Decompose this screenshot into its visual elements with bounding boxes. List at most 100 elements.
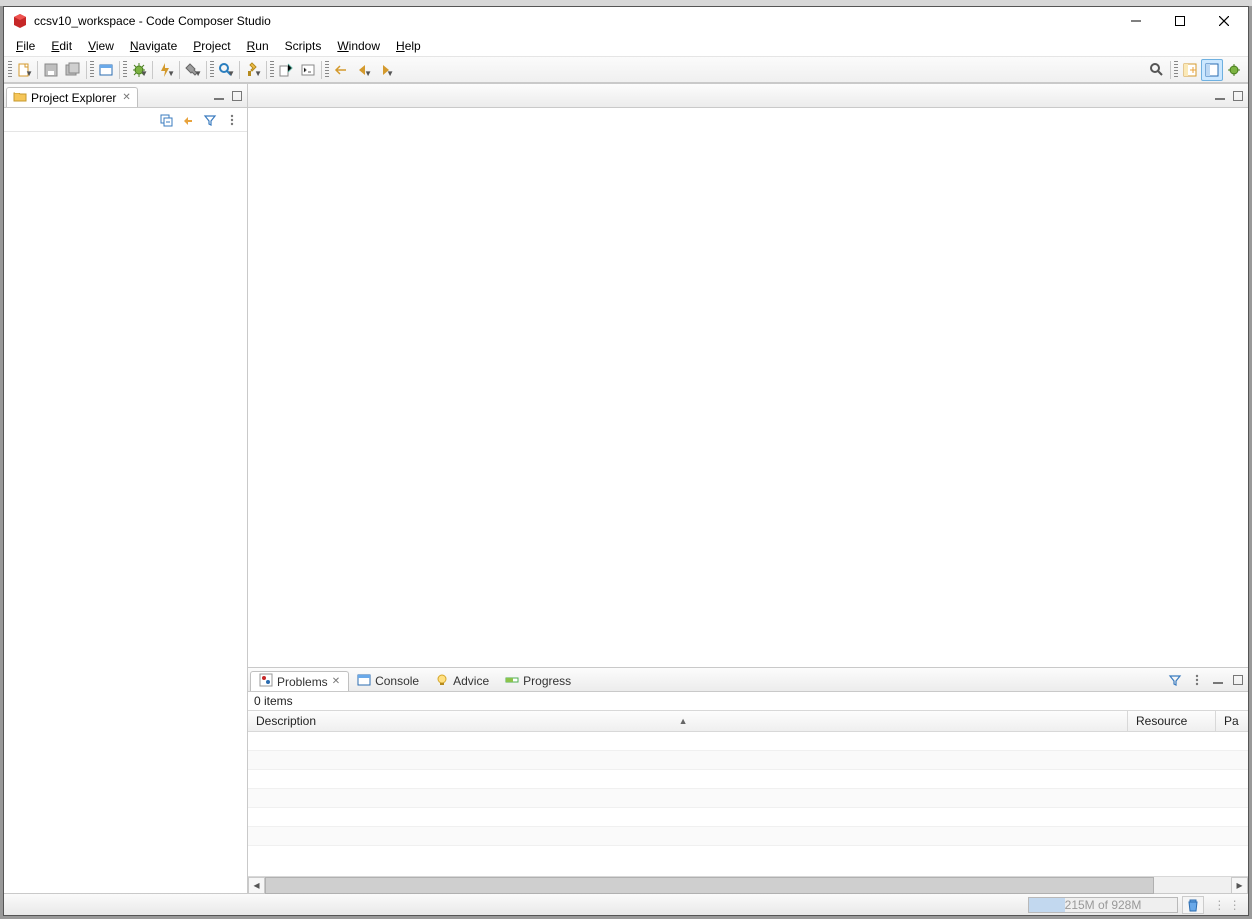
table-row[interactable]	[248, 770, 1248, 789]
scroll-thumb[interactable]	[265, 877, 1154, 894]
scroll-left-button[interactable]: ◂	[248, 877, 265, 894]
menu-window[interactable]: Window	[329, 37, 388, 55]
problems-label: Problems	[277, 675, 328, 689]
filter-button[interactable]	[201, 111, 219, 129]
save-all-button[interactable]	[62, 59, 84, 81]
menu-navigate[interactable]: Navigate	[122, 37, 185, 55]
close-icon[interactable]: ✕	[122, 92, 130, 103]
problems-table-header: Description ▲ Resource Pa	[248, 710, 1248, 732]
problems-count: 0 items	[248, 692, 1248, 710]
problems-icon	[259, 673, 273, 690]
menu-project[interactable]: Project	[185, 37, 238, 55]
quick-access-search-button[interactable]	[1146, 59, 1168, 81]
new-connection-button[interactable]	[275, 59, 297, 81]
problems-filter-button[interactable]	[1166, 671, 1184, 689]
progress-icon	[505, 673, 519, 690]
collapse-all-button[interactable]	[157, 111, 175, 129]
tab-advice[interactable]: Advice	[427, 671, 497, 691]
editor-tabstrip	[248, 84, 1248, 108]
tab-progress[interactable]: Progress	[497, 671, 579, 691]
forward-button[interactable]: ▼	[374, 59, 396, 81]
heap-status[interactable]: 215M of 928M	[1028, 897, 1178, 913]
minimize-editor-button[interactable]	[1212, 88, 1228, 104]
back-history-button[interactable]	[330, 59, 352, 81]
tab-project-explorer[interactable]: Project Explorer ✕	[6, 87, 138, 107]
minimize-button[interactable]	[1114, 7, 1158, 35]
toolbar-grip[interactable]	[8, 61, 12, 79]
ccs-debug-perspective-button[interactable]	[1223, 59, 1245, 81]
problems-table-body[interactable]	[248, 732, 1248, 876]
menu-scripts[interactable]: Scripts	[277, 37, 330, 55]
window-title: ccsv10_workspace - Code Composer Studio	[34, 14, 1114, 28]
editor-area[interactable]	[248, 108, 1248, 667]
table-row[interactable]	[248, 827, 1248, 846]
tab-console[interactable]: Console	[349, 671, 427, 691]
bulb-icon	[435, 673, 449, 690]
project-explorer-body[interactable]	[4, 132, 247, 893]
open-perspective-button[interactable]	[1179, 59, 1201, 81]
maximize-button[interactable]	[1158, 7, 1202, 35]
sort-asc-icon: ▲	[679, 716, 688, 726]
view-menu-button[interactable]	[223, 111, 241, 129]
menu-run[interactable]: Run	[239, 37, 277, 55]
table-row[interactable]	[248, 808, 1248, 827]
toolbar-grip[interactable]	[325, 61, 329, 79]
maximize-view-button[interactable]	[229, 88, 245, 104]
flash-button[interactable]: ▼	[155, 59, 177, 81]
table-row[interactable]	[248, 732, 1248, 751]
terminal-button[interactable]	[297, 59, 319, 81]
run-gc-button[interactable]	[1182, 896, 1204, 914]
search-toolbar-button[interactable]: ▼	[215, 59, 237, 81]
project-explorer-label: Project Explorer	[31, 91, 116, 105]
scroll-track[interactable]	[265, 877, 1231, 894]
save-button[interactable]	[40, 59, 62, 81]
project-explorer-toolbar	[4, 108, 247, 132]
toolbar-grip[interactable]	[270, 61, 274, 79]
debug-button[interactable]: ▼	[128, 59, 150, 81]
problems-view-menu-button[interactable]	[1188, 671, 1206, 689]
progress-label: Progress	[523, 674, 571, 688]
build-button[interactable]: ▼	[182, 59, 204, 81]
table-row[interactable]	[248, 789, 1248, 808]
maximize-bottom-button[interactable]	[1230, 672, 1246, 688]
minimize-bottom-button[interactable]	[1210, 672, 1226, 688]
project-explorer-pane: Project Explorer ✕	[4, 84, 248, 893]
menu-view[interactable]: View	[80, 37, 122, 55]
workbench: Project Explorer ✕	[4, 83, 1248, 893]
advice-label: Advice	[453, 674, 489, 688]
minimize-view-button[interactable]	[211, 88, 227, 104]
getting-started-button[interactable]	[95, 59, 117, 81]
column-path[interactable]: Pa	[1216, 711, 1247, 731]
close-button[interactable]	[1202, 7, 1246, 35]
statusbar: 215M of 928M ⋮ ⋮	[4, 893, 1248, 915]
close-icon[interactable]: ✕	[332, 676, 340, 687]
statusbar-handle: ⋮ ⋮	[1210, 896, 1244, 914]
folder-icon	[13, 89, 27, 106]
table-row[interactable]	[248, 751, 1248, 770]
center-pane: Problems ✕ Console Advice	[248, 84, 1248, 893]
column-resource[interactable]: Resource	[1128, 711, 1216, 731]
horizontal-scrollbar[interactable]: ◂ ▸	[248, 876, 1248, 893]
new-button[interactable]: ▼	[13, 59, 35, 81]
column-description[interactable]: Description ▲	[248, 711, 1128, 731]
menu-file[interactable]: File	[8, 37, 43, 55]
bottom-pane: Problems ✕ Console Advice	[248, 667, 1248, 893]
titlebar[interactable]: ccsv10_workspace - Code Composer Studio	[4, 7, 1248, 35]
menu-edit[interactable]: Edit	[43, 37, 80, 55]
ccs-edit-perspective-button[interactable]	[1201, 59, 1223, 81]
tab-problems[interactable]: Problems ✕	[250, 671, 349, 691]
app-window: ccsv10_workspace - Code Composer Studio …	[3, 6, 1249, 916]
scroll-right-button[interactable]: ▸	[1231, 877, 1248, 894]
toolbar-grip[interactable]	[1174, 61, 1178, 79]
maximize-editor-button[interactable]	[1230, 88, 1246, 104]
heap-label: 215M of 928M	[1065, 898, 1142, 912]
back-button[interactable]: ▼	[352, 59, 374, 81]
toolbar-grip[interactable]	[123, 61, 127, 79]
toolbar-grip[interactable]	[90, 61, 94, 79]
torch-button[interactable]: ▼	[242, 59, 264, 81]
menu-help[interactable]: Help	[388, 37, 429, 55]
main-toolbar: ▼ ▼ ▼ ▼ ▼	[4, 57, 1248, 83]
link-editor-button[interactable]	[179, 111, 197, 129]
toolbar-grip[interactable]	[210, 61, 214, 79]
app-icon	[12, 13, 28, 29]
